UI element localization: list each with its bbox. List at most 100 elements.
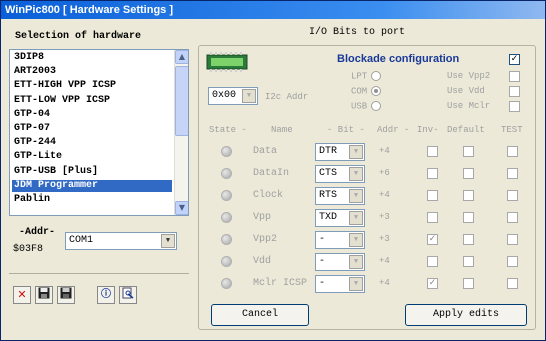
def-checkbox[interactable] [463,234,474,245]
state-led-icon [221,190,232,201]
use-checkbox[interactable] [509,86,520,97]
def-checkbox[interactable] [463,212,474,223]
inv-checkbox[interactable]: ✓ [427,278,438,289]
bit-select-chevron-down-icon[interactable]: ▼ [349,189,363,203]
def-checkbox[interactable] [463,168,474,179]
addr-offset: +3 [379,234,390,244]
bit-select[interactable]: RTS ▼ [315,187,365,205]
col-name: Name [271,125,293,135]
use-label: Use Vpp2 [447,71,491,81]
hardware-list-header: Selection of hardware [15,31,142,42]
i2c-addr-select[interactable]: 0x00 ▼ [208,87,258,105]
col-bit: - Bit - [327,125,365,135]
hardware-list-item[interactable]: Pablin [12,194,172,206]
scroll-thumb[interactable] [175,66,188,136]
hardware-list[interactable]: ▲ ▼ 3DIP8 ART2003 ETT-HIGH VPP ICSP ETT-LOW… [9,49,189,216]
hardware-list-item[interactable]: ART2003 [12,66,172,78]
hardware-list-item[interactable]: GTP-244 [12,137,172,149]
test-checkbox[interactable] [507,190,518,201]
test-checkbox[interactable] [507,168,518,179]
test-checkbox[interactable] [507,146,518,157]
use-checkbox[interactable] [509,71,520,82]
port-radio-0[interactable]: LPT [351,71,382,81]
def-checkbox[interactable] [463,146,474,157]
bit-select-chevron-down-icon[interactable]: ▼ [349,167,363,181]
inv-checkbox[interactable]: ✓ [427,234,438,245]
info-icon[interactable]: ⓘ [97,286,115,304]
hardware-list-item[interactable]: 3DIP8 [12,52,172,64]
inv-checkbox[interactable] [427,212,438,223]
bit-select[interactable]: TXD ▼ [315,209,365,227]
bit-select-chevron-down-icon[interactable]: ▼ [349,211,363,225]
inv-checkbox[interactable] [427,190,438,201]
port-radio-2[interactable]: USB [351,101,382,111]
hardware-list-item[interactable]: GTP-Lite [12,151,172,163]
port-select[interactable]: COM1 ▼ [65,232,177,250]
i2c-addr-value: 0x00 [212,90,237,101]
left-divider [9,273,189,274]
hardware-settings-window: WinPic800 [ Hardware Settings ] Selectio… [0,0,546,341]
inv-checkbox[interactable] [427,146,438,157]
bit-select-chevron-down-icon[interactable]: ▼ [349,233,363,247]
def-checkbox[interactable] [463,278,474,289]
port-radio-label: COM [351,86,368,97]
port-radio-1[interactable]: COM [351,86,382,97]
signal-name: Vdd [253,256,272,267]
radio-icon[interactable] [371,86,382,96]
addr-offset: +4 [379,256,390,266]
delete-icon[interactable]: ✕ [13,286,31,304]
col-test: TEST [501,125,523,135]
addr-offset: +4 [379,278,390,288]
radio-icon[interactable] [371,71,382,81]
signal-name: Data [253,146,278,157]
scroll-down-icon[interactable]: ▼ [175,201,188,215]
test-checkbox[interactable] [507,256,518,267]
state-led-icon [221,146,232,157]
hardware-list-item[interactable]: GTP-04 [12,109,172,121]
hardware-list-item[interactable]: JDM Programmer [12,179,172,192]
auto-detect-icon[interactable] [119,286,137,304]
def-checkbox[interactable] [463,256,474,267]
use-checkbox[interactable] [509,101,520,112]
io-bits-header: I/O Bits to port [309,27,406,38]
bit-select[interactable]: DTR ▼ [315,143,365,161]
bit-select-value: DTR [319,146,338,157]
col-inv: Inv- [417,125,439,135]
blockade-title: Blockade configuration [337,53,460,65]
def-checkbox[interactable] [463,190,474,201]
inv-checkbox[interactable] [427,256,438,267]
test-checkbox[interactable] [507,278,518,289]
bit-select[interactable]: - ▼ [315,231,365,249]
bit-select[interactable]: - ▼ [315,275,365,293]
test-checkbox[interactable] [507,234,518,245]
addr-offset: +6 [379,168,390,178]
hardware-list-item[interactable]: GTP-07 [12,123,172,135]
hardware-list-item[interactable]: ETT-LOW VPP ICSP [12,95,172,107]
bit-select-value: - [319,234,326,245]
bit-select[interactable]: CTS ▼ [315,165,365,183]
apply-edits-button[interactable]: Apply edits [405,304,527,326]
bit-select[interactable]: - ▼ [315,253,365,271]
addr-label: -Addr- [19,227,56,238]
scroll-up-icon[interactable]: ▲ [175,50,188,64]
blockade-checkbox[interactable]: ✓ [509,54,520,65]
hardware-list-item[interactable]: ETT-HIGH VPP ICSP [12,80,172,92]
test-checkbox[interactable] [507,212,518,223]
signal-name: DataIn [253,168,290,179]
radio-icon[interactable] [371,101,382,111]
state-led-icon [221,168,232,179]
hardware-list-item[interactable]: GTP-USB [Plus] [12,166,172,178]
bit-select-chevron-down-icon[interactable]: ▼ [349,145,363,159]
bit-select-chevron-down-icon[interactable]: ▼ [349,277,363,291]
use-label: Use Vdd [447,86,485,96]
col-addr: Addr - [377,125,410,135]
chip-icon [206,52,248,72]
save-icon[interactable] [35,286,53,304]
port-select-chevron-down-icon[interactable]: ▼ [161,234,175,248]
hardware-list-scrollbar[interactable]: ▲ ▼ [174,50,188,215]
i2c-addr-chevron-down-icon[interactable]: ▼ [242,89,256,103]
bit-select-chevron-down-icon[interactable]: ▼ [349,255,363,269]
save-as-icon[interactable] [57,286,75,304]
inv-checkbox[interactable] [427,168,438,179]
cancel-button[interactable]: Cancel [211,304,309,326]
